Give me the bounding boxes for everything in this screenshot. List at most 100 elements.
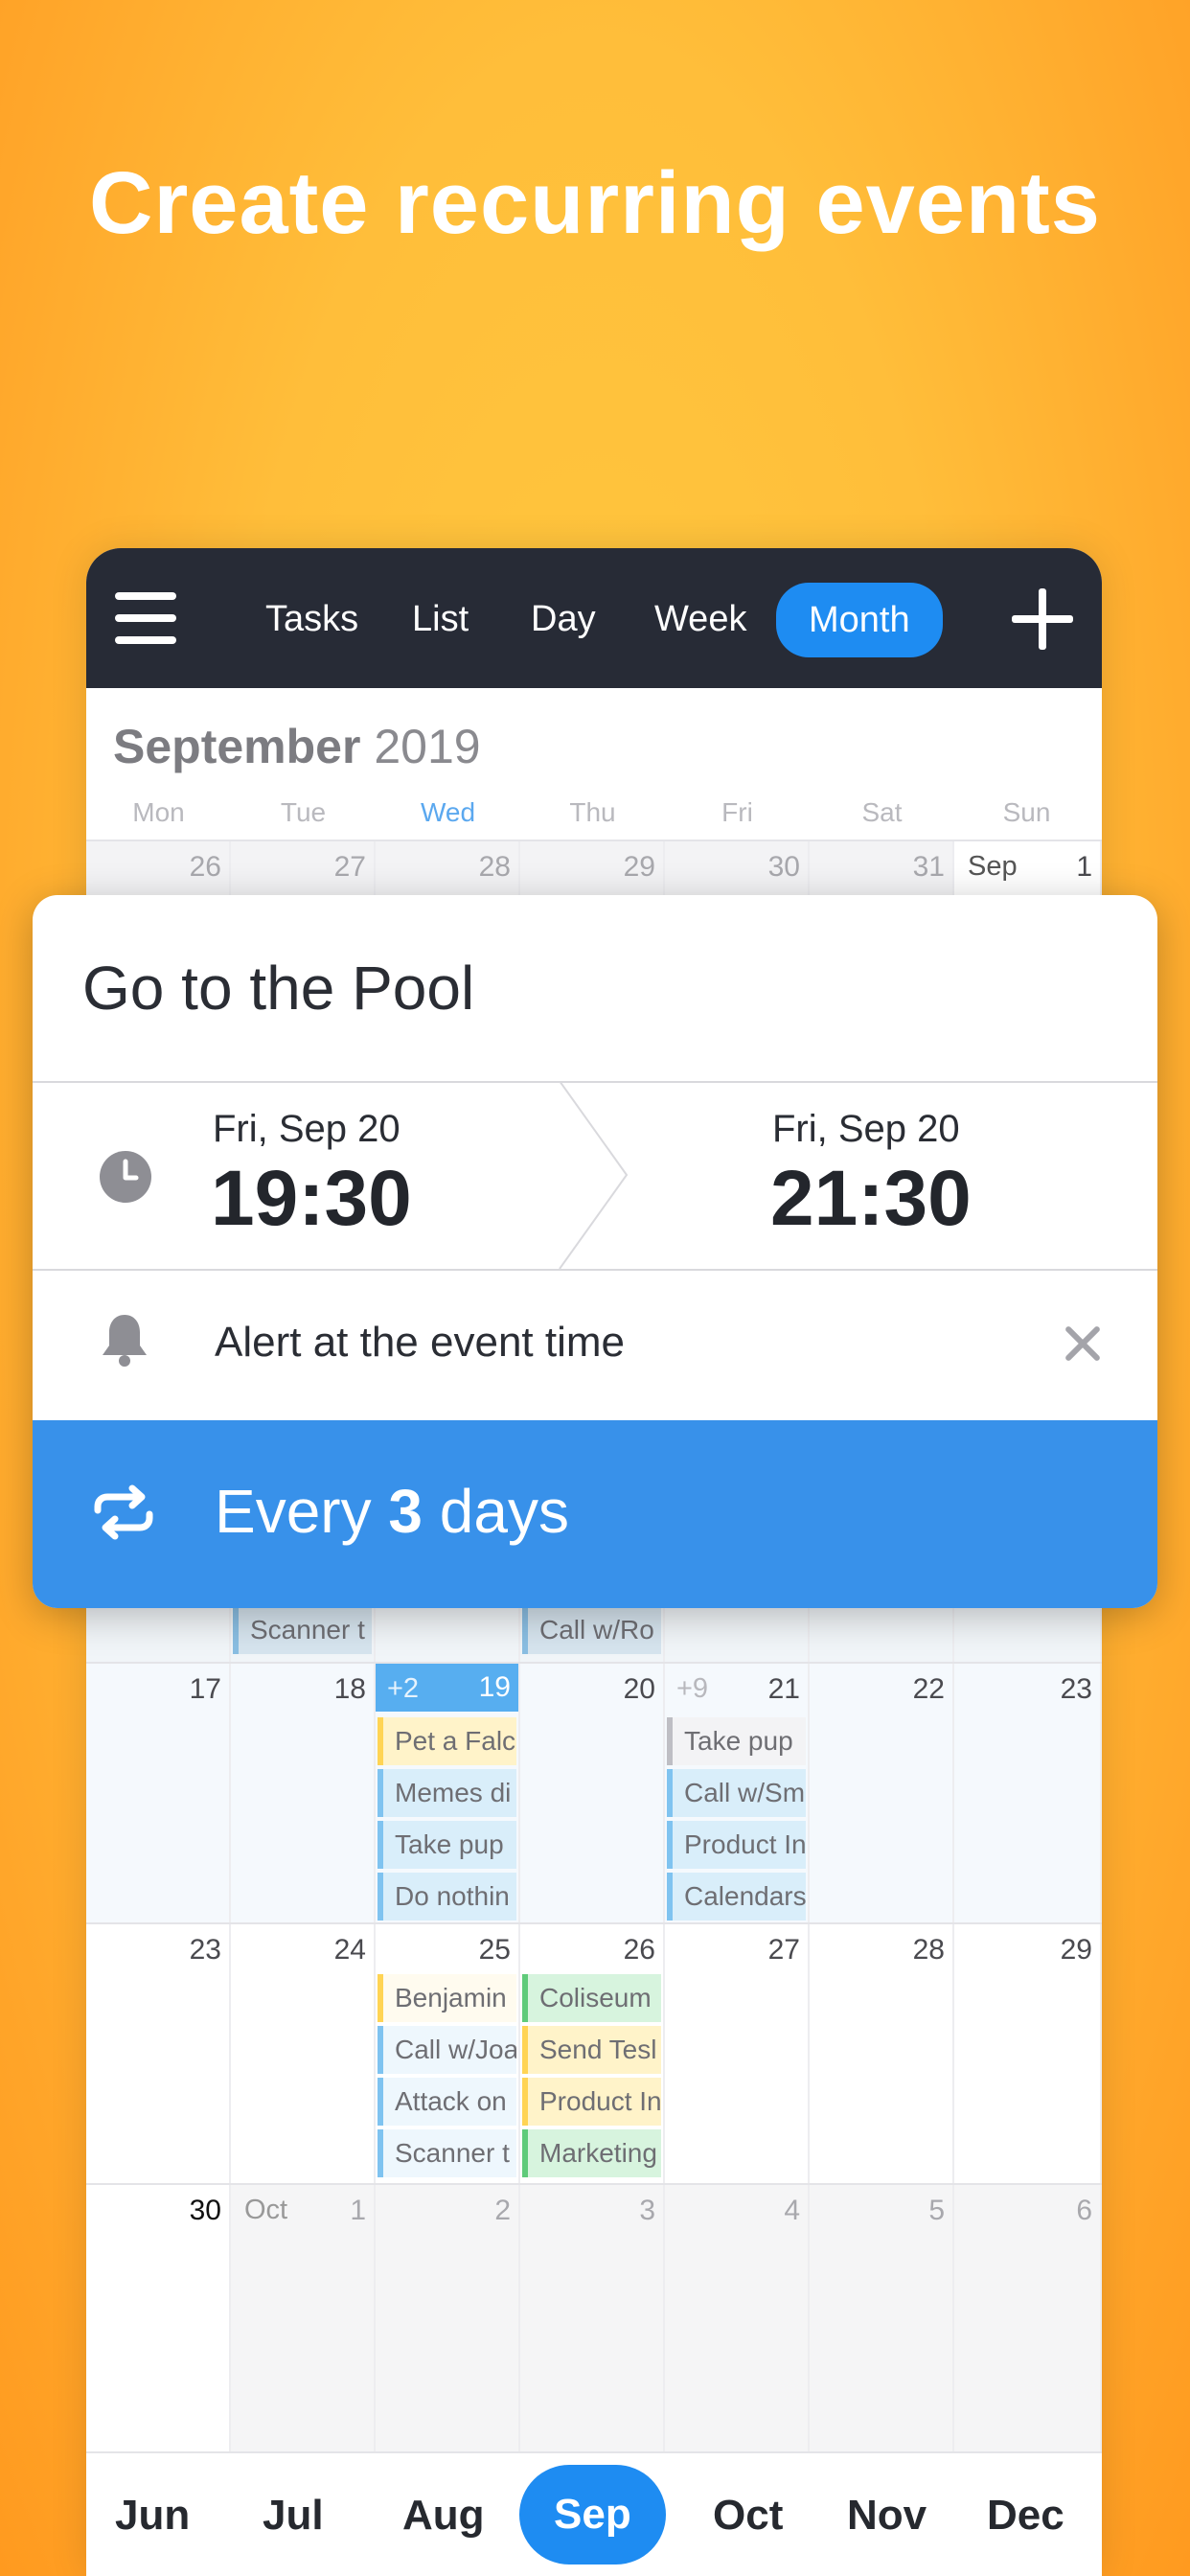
start-date[interactable]: Fri, Sep 20 bbox=[213, 1108, 400, 1151]
day-cell[interactable]: 24 bbox=[231, 1924, 376, 2183]
tab-week[interactable]: Week bbox=[654, 590, 746, 648]
day-cell[interactable] bbox=[376, 1602, 520, 1662]
day-cell[interactable]: 6 bbox=[954, 2185, 1102, 2451]
day-cell[interactable]: 23 bbox=[86, 1924, 231, 2183]
day-number: 31 bbox=[912, 851, 945, 883]
event-chip[interactable]: Product In bbox=[667, 1821, 806, 1869]
day-number: 1 bbox=[1076, 851, 1092, 883]
month-oct[interactable]: Oct bbox=[713, 2492, 783, 2540]
event-chip[interactable]: Scanner t bbox=[378, 2129, 516, 2177]
day-number: 30 bbox=[767, 851, 800, 883]
day-cell[interactable]: 18 bbox=[231, 1664, 376, 1922]
event-chip[interactable]: Memes di bbox=[378, 1769, 516, 1817]
day-number: 25 bbox=[478, 1934, 511, 1966]
weekday-sat: Sat bbox=[861, 797, 903, 827]
event-chip[interactable]: Call w/Ro bbox=[522, 1606, 661, 1654]
event-chip[interactable]: Product In bbox=[522, 2078, 661, 2126]
day-cell[interactable]: 2 bbox=[376, 2185, 520, 2451]
month-dec[interactable]: Dec bbox=[987, 2492, 1064, 2540]
day-cell[interactable]: +9 21 Take pup Call w/Sm Product In Cale… bbox=[665, 1664, 810, 1922]
day-number: 26 bbox=[623, 1934, 655, 1966]
day-number: 28 bbox=[478, 851, 511, 883]
day-cell[interactable]: 3 bbox=[520, 2185, 665, 2451]
chevron-right-icon bbox=[559, 1081, 629, 1269]
calendar-week-row: 17 18 +2 19 Pet a Falc Memes di Take pup… bbox=[86, 1662, 1102, 1922]
month-jun[interactable]: Jun bbox=[115, 2492, 190, 2540]
event-chip[interactable]: Calendars bbox=[667, 1873, 806, 1920]
day-cell[interactable]: 17 bbox=[86, 1664, 231, 1922]
tab-month[interactable]: Month bbox=[776, 583, 943, 657]
event-chip[interactable]: Benjamin bbox=[378, 1974, 516, 2022]
day-cell[interactable]: 23 bbox=[954, 1664, 1102, 1922]
day-cell[interactable]: Oct 1 bbox=[231, 2185, 376, 2451]
month-label: Sep bbox=[968, 851, 1018, 882]
add-event-icon[interactable] bbox=[1012, 588, 1073, 650]
headline: Create recurring events bbox=[89, 154, 1101, 252]
event-chip[interactable]: Take pup bbox=[667, 1717, 806, 1765]
day-cell[interactable]: 29 bbox=[954, 1924, 1102, 2183]
day-cell[interactable] bbox=[86, 1602, 231, 1662]
remove-alert-close-icon[interactable] bbox=[1064, 1324, 1102, 1363]
repeat-prefix: Every bbox=[215, 1477, 389, 1546]
month-switcher: Jun Jul Aug Sep Oct Nov Dec bbox=[86, 2451, 1102, 2576]
event-chip[interactable]: Call w/Sm bbox=[667, 1769, 806, 1817]
event-chip[interactable]: Send Tesl bbox=[522, 2026, 661, 2074]
more-events-badge[interactable]: +9 bbox=[676, 1673, 708, 1705]
month-nov[interactable]: Nov bbox=[847, 2492, 927, 2540]
event-title[interactable]: Go to the Pool bbox=[82, 953, 474, 1024]
day-cell[interactable]: 4 bbox=[665, 2185, 810, 2451]
repeat-setting-bar[interactable]: Every 3 days bbox=[33, 1420, 1157, 1608]
day-cell[interactable]: 5 bbox=[810, 2185, 954, 2451]
end-date[interactable]: Fri, Sep 20 bbox=[772, 1108, 960, 1151]
event-chip[interactable]: Call w/Joa bbox=[378, 2026, 516, 2074]
event-chip[interactable]: Attack on bbox=[378, 2078, 516, 2126]
day-cell[interactable]: 28 bbox=[810, 1924, 954, 2183]
day-number: 22 bbox=[912, 1673, 945, 1705]
calendar-week-row: 30 Oct 1 2 3 4 5 6 bbox=[86, 2183, 1102, 2451]
weekday-tue: Tue bbox=[280, 797, 327, 827]
month-sep[interactable]: Sep bbox=[519, 2465, 666, 2564]
day-cell[interactable]: Call w/Ro bbox=[520, 1602, 665, 1662]
event-detail-card: Go to the Pool Fri, Sep 20 19:30 Fri, Se… bbox=[33, 895, 1157, 1608]
event-chip[interactable]: Take pup bbox=[378, 1821, 516, 1869]
month-aug[interactable]: Aug bbox=[402, 2492, 485, 2540]
weekday-header: Mon Tue Wed Thu Fri Sat Sun bbox=[86, 797, 1102, 836]
tab-list[interactable]: List bbox=[412, 590, 469, 648]
event-chip[interactable]: Do nothin bbox=[378, 1873, 516, 1920]
alert-setting[interactable]: Alert at the event time bbox=[215, 1319, 625, 1367]
tab-tasks[interactable]: Tasks bbox=[265, 590, 358, 648]
day-cell[interactable] bbox=[665, 1602, 810, 1662]
clock-icon bbox=[100, 1151, 151, 1203]
calendar-week-row: 23 24 25 Benjamin Call w/Joa Attack on S… bbox=[86, 1922, 1102, 2183]
day-cell-selected[interactable]: +2 19 Pet a Falc Memes di Take pup Do no… bbox=[376, 1664, 520, 1922]
day-cell[interactable]: 27 bbox=[665, 1924, 810, 2183]
day-cell[interactable]: 22 bbox=[810, 1664, 954, 1922]
event-chip[interactable]: Coliseum bbox=[522, 1974, 661, 2022]
tab-day[interactable]: Day bbox=[531, 590, 596, 648]
end-time[interactable]: 21:30 bbox=[770, 1154, 972, 1244]
day-cell[interactable]: Scanner t bbox=[231, 1602, 376, 1662]
day-cell[interactable] bbox=[954, 1602, 1102, 1662]
day-number: 23 bbox=[189, 1934, 221, 1966]
day-cell[interactable]: 30 bbox=[86, 2185, 231, 2451]
day-cell[interactable]: 20 bbox=[520, 1664, 665, 1922]
start-time[interactable]: 19:30 bbox=[211, 1154, 412, 1244]
weekday-fri: Fri bbox=[721, 797, 753, 827]
day-number: 19 bbox=[478, 1671, 511, 1703]
hamburger-menu-icon[interactable] bbox=[115, 592, 176, 644]
selected-day-header: +2 19 bbox=[376, 1664, 518, 1712]
event-chip[interactable]: Marketing bbox=[522, 2129, 661, 2177]
day-number: 29 bbox=[1060, 1934, 1092, 1966]
more-events-badge[interactable]: +2 bbox=[387, 1673, 419, 1705]
day-cell[interactable]: 26 Coliseum Send Tesl Product In Marketi… bbox=[520, 1924, 665, 2183]
day-cell[interactable] bbox=[810, 1602, 954, 1662]
day-number: 4 bbox=[784, 2195, 800, 2226]
event-chip[interactable]: Pet a Falc bbox=[378, 1717, 516, 1765]
day-cell[interactable]: 25 Benjamin Call w/Joa Attack on Scanner… bbox=[376, 1924, 520, 2183]
day-number: 30 bbox=[189, 2195, 221, 2226]
event-chip[interactable]: Scanner t bbox=[233, 1606, 372, 1654]
month-jul[interactable]: Jul bbox=[263, 2492, 324, 2540]
day-number: 1 bbox=[350, 2195, 366, 2226]
weekday-wed: Wed bbox=[420, 797, 476, 827]
day-number: 6 bbox=[1076, 2195, 1092, 2226]
